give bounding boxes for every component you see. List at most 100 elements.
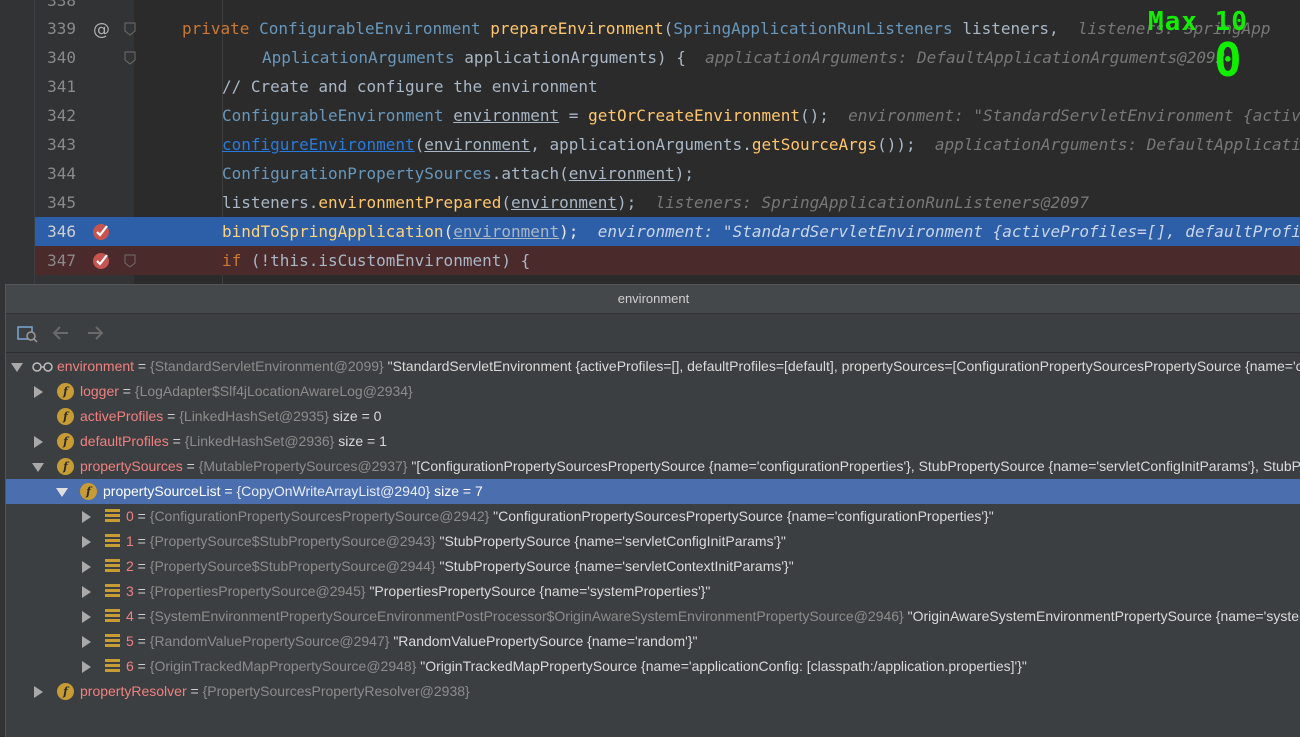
- tree-row-activeprofiles[interactable]: f activeProfiles = {LinkedHashSet@2935} …: [6, 404, 1300, 429]
- overlay-value: 0: [1214, 33, 1242, 87]
- field-icon: f: [80, 483, 97, 500]
- code-line-339[interactable]: 339 @ private ConfigurableEnvironment pr…: [0, 14, 1300, 43]
- line-number: 345: [47, 193, 76, 212]
- code-line-347-breakpoint[interactable]: 347 if (!this.isCustomEnvironment) {: [0, 246, 1300, 275]
- expand-arrow-icon[interactable]: [82, 536, 91, 548]
- variable-inspector-popup[interactable]: environment environment = {StandardServl…: [5, 284, 1300, 737]
- variable-entry: propertySources = {MutablePropertySource…: [80, 458, 1300, 474]
- popup-title: environment: [6, 285, 1300, 314]
- variable-entry: logger = {LogAdapter$Slf4jLocationAwareL…: [80, 383, 413, 399]
- array-element-icon: [105, 509, 120, 524]
- tree-row-propertysources[interactable]: f propertySources = {MutablePropertySour…: [6, 454, 1300, 479]
- field-icon: f: [57, 408, 74, 425]
- variable-entry: 6 = {OriginTrackedMapPropertySource@2948…: [126, 658, 1027, 674]
- tree-row-logger[interactable]: f logger = {LogAdapter$Slf4jLocationAwar…: [6, 379, 1300, 404]
- array-element-icon: [105, 659, 120, 674]
- line-number: 342: [47, 106, 76, 125]
- tree-row-environment[interactable]: environment = {StandardServletEnvironmen…: [6, 354, 1300, 379]
- tree-row-element-3[interactable]: 3 = {PropertiesPropertySource@2945} "Pro…: [6, 579, 1300, 604]
- code-text: ApplicationArguments applicationArgument…: [262, 48, 1226, 67]
- expand-arrow-icon[interactable]: [34, 436, 43, 448]
- code-text: private ConfigurableEnvironment prepareE…: [182, 19, 1271, 38]
- expand-arrow-icon[interactable]: [82, 636, 91, 648]
- variable-entry: environment = {StandardServletEnvironmen…: [57, 358, 1300, 374]
- line-number: 339: [47, 19, 76, 38]
- code-text: configureEnvironment(environment, applic…: [222, 135, 1300, 154]
- popup-toolbar: [6, 314, 1300, 353]
- variable-entry: defaultProfiles = {LinkedHashSet@2936} s…: [80, 433, 387, 449]
- array-element-icon: [105, 559, 120, 574]
- line-number: 346: [47, 222, 76, 241]
- svg-text:@: @: [93, 20, 110, 38]
- back-arrow-icon[interactable]: [50, 323, 72, 343]
- array-element-icon: [105, 534, 120, 549]
- expand-arrow-icon[interactable]: [82, 661, 91, 673]
- code-line-346-current[interactable]: 346 bindToSpringApplication(environment)…: [0, 217, 1300, 246]
- code-line-342[interactable]: 342 ConfigurableEnvironment environment …: [0, 101, 1300, 130]
- field-icon: f: [57, 433, 74, 450]
- collapse-arrow-icon[interactable]: [56, 488, 68, 497]
- expand-arrow-icon[interactable]: [82, 511, 91, 523]
- code-text: if (!this.isCustomEnvironment) {: [222, 251, 531, 270]
- collapse-arrow-icon[interactable]: [32, 463, 44, 472]
- code-text: bindToSpringApplication(environment); en…: [222, 222, 1300, 241]
- code-editor[interactable]: 338 339 @ private ConfigurableEnvironmen…: [0, 0, 1300, 290]
- array-element-icon: [105, 584, 120, 599]
- tree-row-propertyresolver[interactable]: f propertyResolver = {PropertySourcesPro…: [6, 679, 1300, 704]
- expand-arrow-icon[interactable]: [34, 686, 43, 698]
- fold-marker-icon[interactable]: [124, 254, 136, 268]
- variable-entry: 1 = {PropertySource$StubPropertySource@2…: [126, 533, 786, 549]
- code-comment: // Create and configure the environment: [222, 77, 598, 96]
- variable-entry: 5 = {RandomValuePropertySource@2947} "Ra…: [126, 633, 698, 649]
- variable-entry: propertySourceList = {CopyOnWriteArrayLi…: [103, 483, 483, 499]
- code-text: ConfigurableEnvironment environment = ge…: [222, 106, 1300, 125]
- variable-entry: 4 = {SystemEnvironmentPropertySourceEnvi…: [126, 608, 1300, 624]
- code-line-343[interactable]: 343 configureEnvironment(environment, ap…: [0, 130, 1300, 159]
- tree-row-element-4[interactable]: 4 = {SystemEnvironmentPropertySourceEnvi…: [6, 604, 1300, 629]
- code-line-345[interactable]: 345 listeners.environmentPrepared(enviro…: [0, 188, 1300, 217]
- field-icon: f: [57, 458, 74, 475]
- breakpoint-icon[interactable]: [92, 250, 112, 270]
- variable-entry: 2 = {PropertySource$StubPropertySource@2…: [126, 558, 794, 574]
- fold-marker-icon[interactable]: [124, 22, 136, 36]
- tree-row-defaultprofiles[interactable]: f defaultProfiles = {LinkedHashSet@2936}…: [6, 429, 1300, 454]
- variable-entry: propertyResolver = {PropertySourcesPrope…: [80, 683, 470, 699]
- code-line-340[interactable]: 340 ApplicationArguments applicationArgu…: [0, 43, 1300, 72]
- expand-arrow-icon[interactable]: [34, 386, 43, 398]
- variable-entry: 0 = {ConfigurationPropertySourcesPropert…: [126, 508, 994, 524]
- breakpoint-icon[interactable]: [92, 221, 112, 241]
- tree-row-propertysourcelist[interactable]: f propertySourceList = {CopyOnWriteArray…: [6, 479, 1300, 504]
- code-text: ConfigurationPropertySources.attach(envi…: [222, 164, 695, 183]
- line-number: 340: [47, 48, 76, 67]
- code-line-341[interactable]: 341 // Create and configure the environm…: [0, 72, 1300, 101]
- line-number: 338: [47, 0, 76, 10]
- code-line-344[interactable]: 344 ConfigurationPropertySources.attach(…: [0, 159, 1300, 188]
- code-text: listeners.environmentPrepared(environmen…: [222, 193, 1089, 212]
- line-number: 344: [47, 164, 76, 183]
- tree-row-element-0[interactable]: 0 = {ConfigurationPropertySourcesPropert…: [6, 504, 1300, 529]
- override-at-icon[interactable]: @: [92, 20, 110, 38]
- forward-arrow-icon[interactable]: [84, 323, 106, 343]
- expand-arrow-icon[interactable]: [82, 611, 91, 623]
- variable-entry: activeProfiles = {LinkedHashSet@2935} si…: [80, 408, 382, 424]
- watch-glasses-icon: [32, 362, 53, 372]
- overlay-counter: Max 10 0: [1148, 6, 1300, 86]
- tree-row-element-1[interactable]: 1 = {PropertySource$StubPropertySource@2…: [6, 529, 1300, 554]
- add-to-watches-icon[interactable]: [16, 323, 38, 343]
- line-number: 347: [47, 251, 76, 270]
- field-icon: f: [57, 383, 74, 400]
- variable-entry: 3 = {PropertiesPropertySource@2945} "Pro…: [126, 583, 711, 599]
- tree-row-element-2[interactable]: 2 = {PropertySource$StubPropertySource@2…: [6, 554, 1300, 579]
- code-line-338[interactable]: 338: [0, 0, 1300, 15]
- field-icon: f: [57, 683, 74, 700]
- fold-marker-icon[interactable]: [124, 51, 136, 65]
- variable-tree[interactable]: environment = {StandardServletEnvironmen…: [6, 353, 1300, 737]
- array-element-icon: [105, 634, 120, 649]
- tree-row-element-6[interactable]: 6 = {OriginTrackedMapPropertySource@2948…: [6, 654, 1300, 679]
- array-element-icon: [105, 609, 120, 624]
- expand-arrow-icon[interactable]: [82, 561, 91, 573]
- collapse-arrow-icon[interactable]: [11, 363, 23, 372]
- expand-arrow-icon[interactable]: [82, 586, 91, 598]
- tree-row-element-5[interactable]: 5 = {RandomValuePropertySource@2947} "Ra…: [6, 629, 1300, 654]
- line-number: 343: [47, 135, 76, 154]
